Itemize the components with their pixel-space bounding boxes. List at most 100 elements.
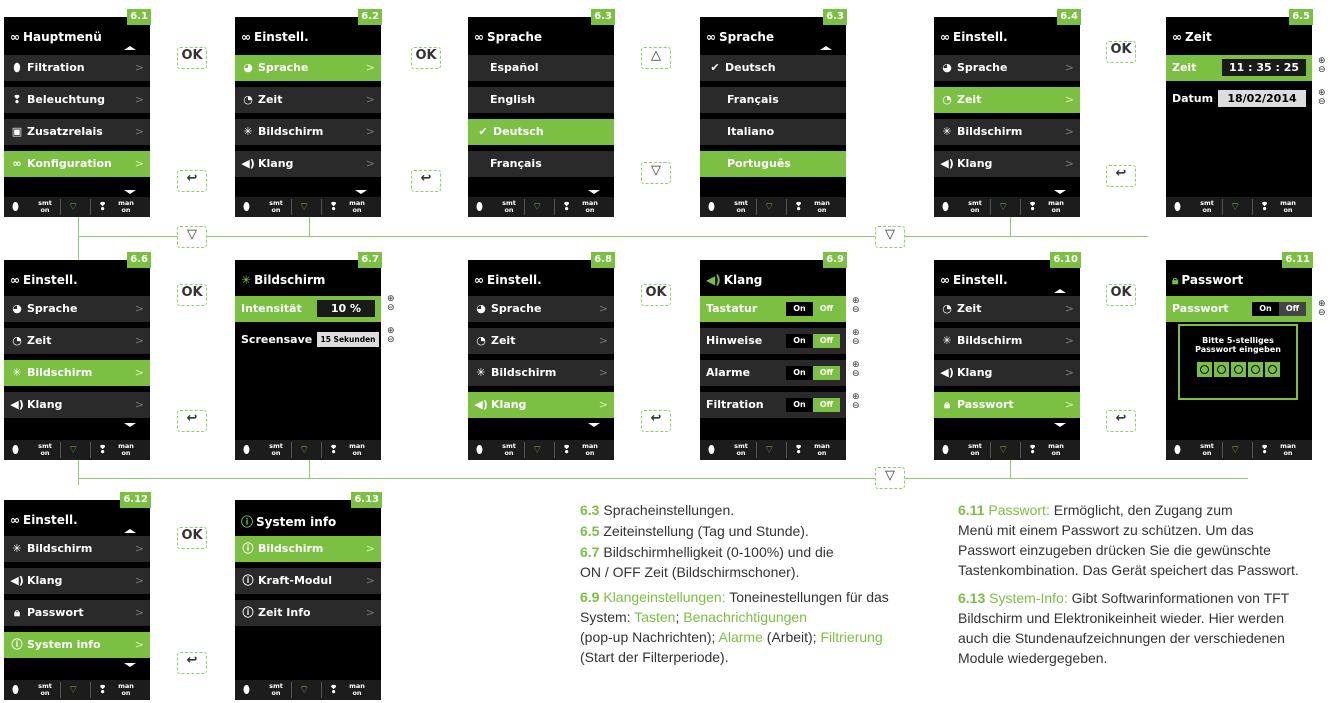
language-option[interactable]: ✔ Deutsch xyxy=(700,55,846,81)
wifi-icon: ⌔ xyxy=(998,443,1009,456)
light-icon: ❢ xyxy=(98,443,108,456)
down-button[interactable]: ▽ xyxy=(641,162,671,184)
down-button[interactable]: ▽ xyxy=(875,467,905,489)
menu-item-bildschirm[interactable]: ⓘ Bildschirm > xyxy=(235,536,381,562)
back-button[interactable]: ↩ xyxy=(1106,410,1136,432)
ok-button[interactable]: OK xyxy=(177,527,207,549)
menu-item-sprache[interactable]: ◕ Sprache > xyxy=(235,55,381,81)
screensaver-value[interactable]: 15 Sekunden xyxy=(317,332,379,347)
zeit-value[interactable]: 11 : 35 : 25 xyxy=(1222,59,1306,76)
wifi-icon: ⌔ xyxy=(299,200,310,213)
check-icon: ✔ xyxy=(710,61,720,74)
menu-item-klang[interactable]: ◀) Klang > xyxy=(934,151,1080,177)
password-digits[interactable] xyxy=(1180,362,1296,381)
down-button[interactable]: ▽ xyxy=(177,226,207,248)
language-option[interactable]: Français xyxy=(700,87,846,113)
back-button[interactable]: ↩ xyxy=(177,652,207,674)
toggle-switch[interactable]: On Off xyxy=(786,334,840,348)
menu-item-bildschirm[interactable]: ✳ Bildschirm > xyxy=(468,360,614,386)
ok-button[interactable]: OK xyxy=(1106,284,1136,306)
chevron-right-icon: > xyxy=(134,334,144,347)
language-option-selected[interactable]: Português xyxy=(700,151,846,177)
check-icon: ✔ xyxy=(478,125,488,138)
language-option-selected[interactable]: ✔ Deutsch xyxy=(468,119,614,145)
screen-einstellungen: 6.2 ∞ Einstell. ◕ Sprache > ◔ Zeit > ✳ Bildsch… xyxy=(235,9,382,217)
menu-item-bildschirm[interactable]: ✳ Bildschirm > xyxy=(4,536,150,562)
back-button[interactable]: ↩ xyxy=(1106,165,1136,187)
plus-minus-control[interactable]: ⊕ ⊖ xyxy=(852,329,860,347)
menu-item-beleuchtung[interactable]: ❢ Beleuchtung > xyxy=(4,87,150,113)
status-footer: ⬮ smt on ⌔ ❢ man on xyxy=(700,440,846,460)
lock-icon: 🔒︎ xyxy=(944,398,950,411)
light-icon: ❢ xyxy=(562,200,572,213)
wifi-icon: ⌔ xyxy=(1230,200,1241,213)
menu-item-klang[interactable]: ◀) Klang > xyxy=(4,568,150,594)
menu-item-bildschirm[interactable]: ✳ Bildschirm > xyxy=(4,360,150,386)
smt-status: smt on xyxy=(34,440,56,463)
plus-minus-control[interactable]: ⊕ ⊖ xyxy=(852,297,860,315)
light-icon: ❢ xyxy=(329,683,339,696)
language-option[interactable]: Italiano xyxy=(700,119,846,145)
back-button[interactable]: ↩ xyxy=(177,410,207,432)
ok-button[interactable]: OK xyxy=(411,47,441,69)
menu-item-passwort[interactable]: 🔒︎ Passwort > xyxy=(4,600,150,626)
toggle-switch[interactable]: On Off xyxy=(786,398,840,412)
ok-button[interactable]: OK xyxy=(177,284,207,306)
menu-item-konfiguration[interactable]: ∞ Konfiguration > xyxy=(4,151,150,177)
language-option[interactable]: Español xyxy=(468,55,614,81)
man-status: man on xyxy=(114,197,138,220)
light-icon: ❢ xyxy=(794,200,804,213)
menu-item-zusatzrelais[interactable]: ▣ Zusatzrelais > xyxy=(4,119,150,145)
back-button[interactable]: ↩ xyxy=(411,170,441,192)
datum-value[interactable]: 18/02/2014 xyxy=(1218,90,1306,107)
ok-button[interactable]: OK xyxy=(641,284,671,306)
menu-item-zeit-info[interactable]: ⓘ Zeit Info > xyxy=(235,600,381,626)
menu-item-sprache[interactable]: ◕ Sprache > xyxy=(468,296,614,322)
menu-item-filtration[interactable]: ⬮ Filtration > xyxy=(4,55,150,81)
back-button[interactable]: ↩ xyxy=(177,170,207,192)
plus-minus-control[interactable]: ⊕ ⊖ xyxy=(387,327,395,345)
ok-button[interactable]: OK xyxy=(177,47,207,69)
menu-item-zeit[interactable]: ◔ Zeit > xyxy=(235,87,381,113)
menu-item-passwort[interactable]: 🔒︎ Passwort > xyxy=(934,392,1080,418)
plus-minus-control[interactable]: ⊕ ⊖ xyxy=(1318,300,1326,318)
intensitaet-value[interactable]: 10 % xyxy=(317,300,375,317)
plus-minus-control[interactable]: ⊕ ⊖ xyxy=(852,361,860,379)
menu-item-kraft-modul[interactable]: ⓘ Kraft-Modul > xyxy=(235,568,381,594)
language-option[interactable]: English xyxy=(468,87,614,113)
screen-einstellungen: 6.6 ∞ Einstell. ◕ Sprache > ◔ Zeit > ✳ Bildsch… xyxy=(4,252,151,463)
menu-item-klang[interactable]: ◀) Klang > xyxy=(4,392,150,418)
language-option[interactable]: Français xyxy=(468,151,614,177)
down-button[interactable]: ▽ xyxy=(875,226,905,248)
menu-item-sprache[interactable]: ◕ Sprache > xyxy=(4,296,150,322)
back-button[interactable]: ↩ xyxy=(641,410,671,432)
menu-item-bildschirm[interactable]: ✳ Bildschirm > xyxy=(934,119,1080,145)
plus-minus-control[interactable]: ⊕ ⊖ xyxy=(387,295,395,313)
toggle-switch[interactable]: On Off xyxy=(1252,302,1306,316)
menu-item-system-info[interactable]: ⓘ System info > xyxy=(4,632,150,658)
config-icon: ∞ xyxy=(10,30,20,44)
step-badge: 6.9 xyxy=(823,252,847,268)
toggle-switch[interactable]: On Off xyxy=(786,366,840,380)
menu-item-bildschirm[interactable]: ✳ Bildschirm > xyxy=(934,328,1080,354)
menu-item-zeit[interactable]: ◔ Zeit > xyxy=(934,87,1080,113)
smt-status: smt on xyxy=(498,197,520,220)
description-6-7: 6.7 Bildschirmhelligkeit (0-100%) und di… xyxy=(580,544,834,580)
menu-item-klang[interactable]: ◀) Klang > xyxy=(468,392,614,418)
up-button[interactable]: △ xyxy=(641,47,671,69)
plus-minus-control[interactable]: ⊕ ⊖ xyxy=(852,393,860,411)
plus-minus-control[interactable]: ⊕ ⊖ xyxy=(1318,89,1326,107)
menu-item-klang[interactable]: ◀) Klang > xyxy=(934,360,1080,386)
brightness-icon: ✳ xyxy=(476,366,486,379)
status-footer: ⬮ smt on ⌔ ❢ man on xyxy=(934,440,1080,460)
ok-button[interactable]: OK xyxy=(1106,41,1136,63)
plus-minus-control[interactable]: ⊕ ⊖ xyxy=(1318,57,1326,75)
menu-item-zeit[interactable]: ◔ Zeit > xyxy=(934,296,1080,322)
toggle-switch[interactable]: On Off xyxy=(786,302,840,316)
light-icon: ❢ xyxy=(1028,200,1038,213)
menu-item-zeit[interactable]: ◔ Zeit > xyxy=(4,328,150,354)
menu-item-zeit[interactable]: ◔ Zeit > xyxy=(468,328,614,354)
menu-item-klang[interactable]: ◀) Klang > xyxy=(235,151,381,177)
menu-item-sprache[interactable]: ◕ Sprache > xyxy=(934,55,1080,81)
menu-item-bildschirm[interactable]: ✳ Bildschirm > xyxy=(235,119,381,145)
